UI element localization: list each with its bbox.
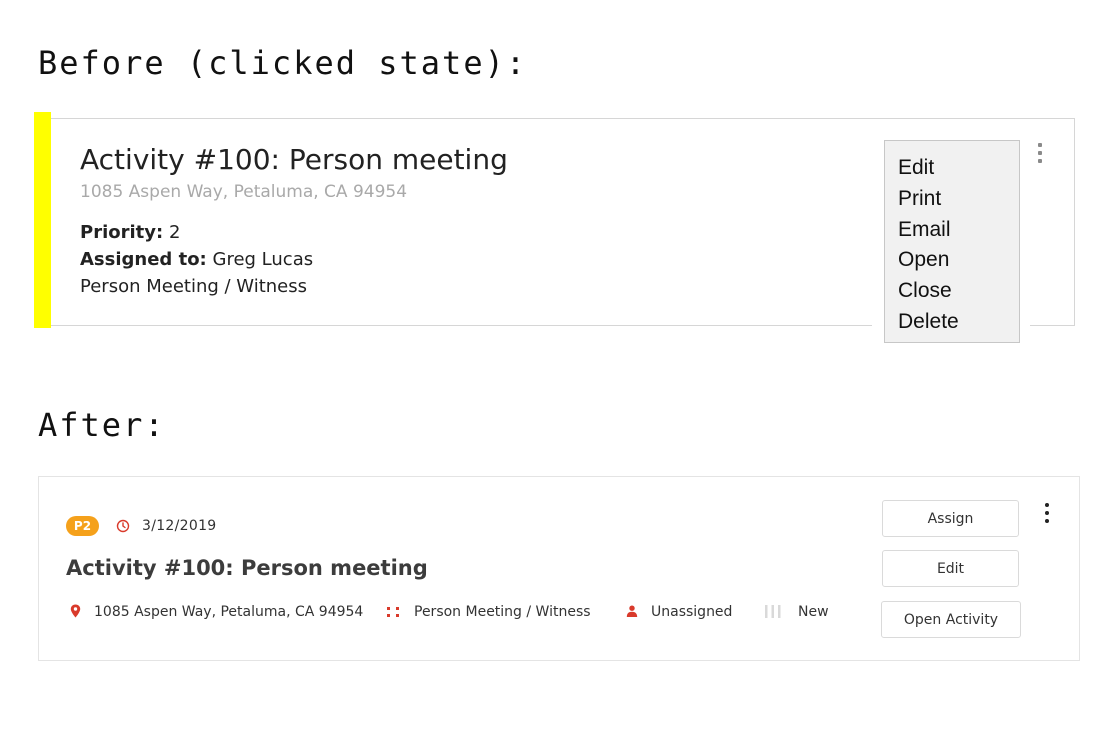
grid-dots-icon	[387, 607, 399, 617]
priority-badge: P2	[66, 516, 99, 536]
kebab-menu-icon[interactable]	[1043, 503, 1051, 523]
menu-item-email[interactable]: Email	[885, 215, 1019, 246]
before-priority-line: Priority: 2	[80, 222, 180, 243]
priority-value: 2	[168, 222, 181, 243]
assigned-value: Greg Lucas	[212, 249, 314, 270]
before-assigned-line: Assigned to: Greg Lucas	[80, 249, 313, 270]
activity-date: 3/12/2019	[142, 518, 217, 534]
before-activity-address: 1085 Aspen Way, Petaluma, CA 94954	[80, 182, 408, 202]
person-icon	[626, 605, 638, 617]
menu-item-edit[interactable]: Edit	[885, 153, 1019, 184]
after-activity-address: 1085 Aspen Way, Petaluma, CA 94954	[94, 604, 364, 620]
menu-item-open[interactable]: Open	[885, 245, 1019, 276]
priority-label: Priority:	[80, 222, 164, 243]
after-heading: After:	[38, 406, 166, 444]
open-activity-button[interactable]: Open Activity	[881, 601, 1021, 638]
highlight-accent-bar	[34, 112, 51, 328]
edit-button[interactable]: Edit	[882, 550, 1019, 587]
after-activity-title[interactable]: Activity #100: Person meeting	[66, 556, 428, 580]
menu-item-print[interactable]: Print	[885, 184, 1019, 215]
assign-button[interactable]: Assign	[882, 500, 1019, 537]
map-pin-icon	[70, 604, 81, 618]
menu-item-close[interactable]: Close	[885, 276, 1019, 307]
menu-item-delete[interactable]: Delete	[885, 307, 1019, 338]
after-activity-type: Person Meeting / Witness	[414, 604, 591, 620]
clock-icon	[116, 519, 130, 533]
after-assignee: Unassigned	[651, 604, 733, 620]
after-status: New	[798, 604, 829, 620]
status-bars-icon	[765, 605, 781, 618]
before-activity-type: Person Meeting / Witness	[80, 276, 307, 297]
context-menu-dropdown: Edit Print Email Open Close Delete	[884, 140, 1020, 343]
kebab-menu-icon[interactable]	[1036, 143, 1044, 163]
assigned-label: Assigned to:	[80, 249, 207, 270]
before-activity-title: Activity #100: Person meeting	[80, 143, 508, 176]
before-heading: Before (clicked state):	[38, 44, 528, 82]
